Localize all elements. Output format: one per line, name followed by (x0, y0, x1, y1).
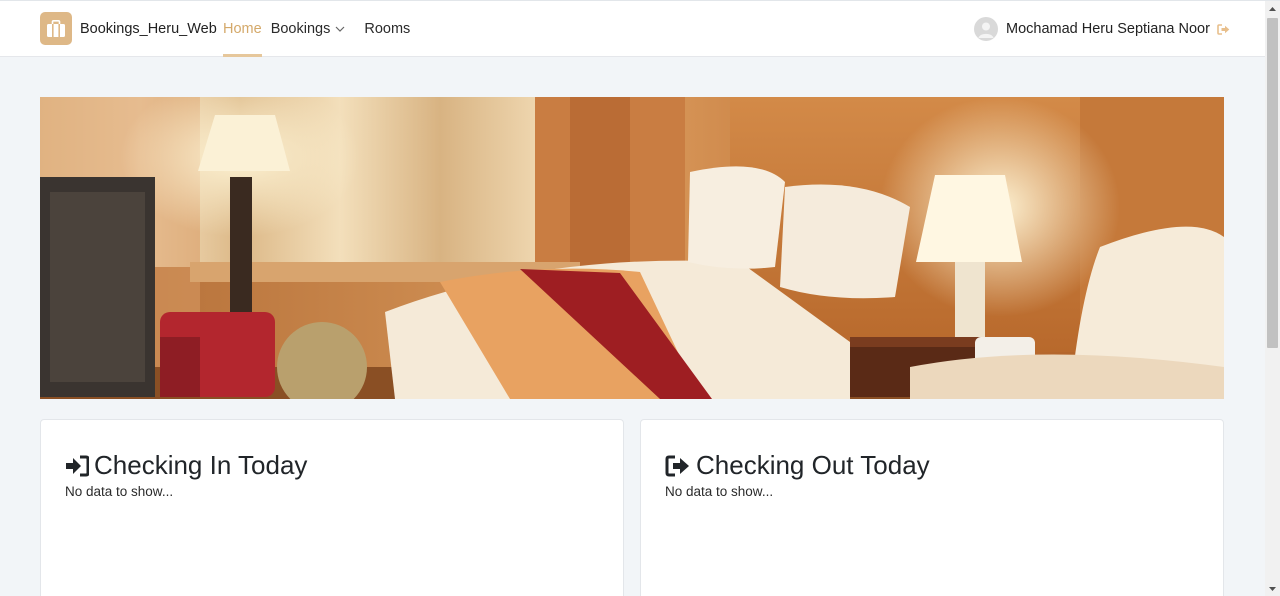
nav-rooms[interactable]: Rooms (364, 1, 410, 57)
avatar (974, 17, 998, 41)
brand[interactable]: Bookings_Heru_Web (40, 12, 217, 45)
scroll-down-arrow-icon[interactable] (1268, 584, 1277, 593)
checking-in-title: Checking In Today (65, 450, 307, 481)
checking-in-empty: No data to show... (65, 484, 174, 499)
main-nav: Home Bookings Rooms (223, 1, 410, 57)
checking-out-title: Checking Out Today (665, 450, 930, 481)
brand-name: Bookings_Heru_Web (80, 20, 217, 37)
scrollbar-thumb[interactable] (1267, 18, 1278, 348)
nav-home[interactable]: Home (223, 1, 262, 57)
chevron-down-icon (335, 26, 345, 32)
top-navbar: Bookings_Heru_Web Home Bookings Rooms Mo… (0, 1, 1265, 57)
nav-home-label: Home (223, 21, 262, 37)
user-name: Mochamad Heru Septiana Noor (1006, 21, 1210, 37)
sign-out-icon[interactable] (1217, 23, 1230, 35)
checking-in-title-text: Checking In Today (94, 450, 308, 480)
user-menu[interactable]: Mochamad Heru Septiana Noor (974, 17, 1230, 41)
checking-out-empty: No data to show... (665, 484, 774, 499)
checking-out-title-text: Checking Out Today (696, 450, 930, 480)
nav-bookings-label: Bookings (270, 21, 331, 37)
sign-in-icon (65, 455, 89, 477)
checking-out-card: Checking Out Today No data to show... (640, 419, 1224, 596)
briefcase-icon (40, 12, 72, 45)
checking-in-card: Checking In Today No data to show... (40, 419, 624, 596)
sign-out-icon (665, 455, 691, 477)
nav-rooms-label: Rooms (364, 21, 411, 37)
nav-bookings-dropdown[interactable]: Bookings (271, 1, 346, 57)
vertical-scrollbar[interactable] (1265, 1, 1280, 596)
scroll-up-arrow-icon[interactable] (1268, 5, 1277, 14)
hotel-room-photo (40, 97, 1224, 399)
